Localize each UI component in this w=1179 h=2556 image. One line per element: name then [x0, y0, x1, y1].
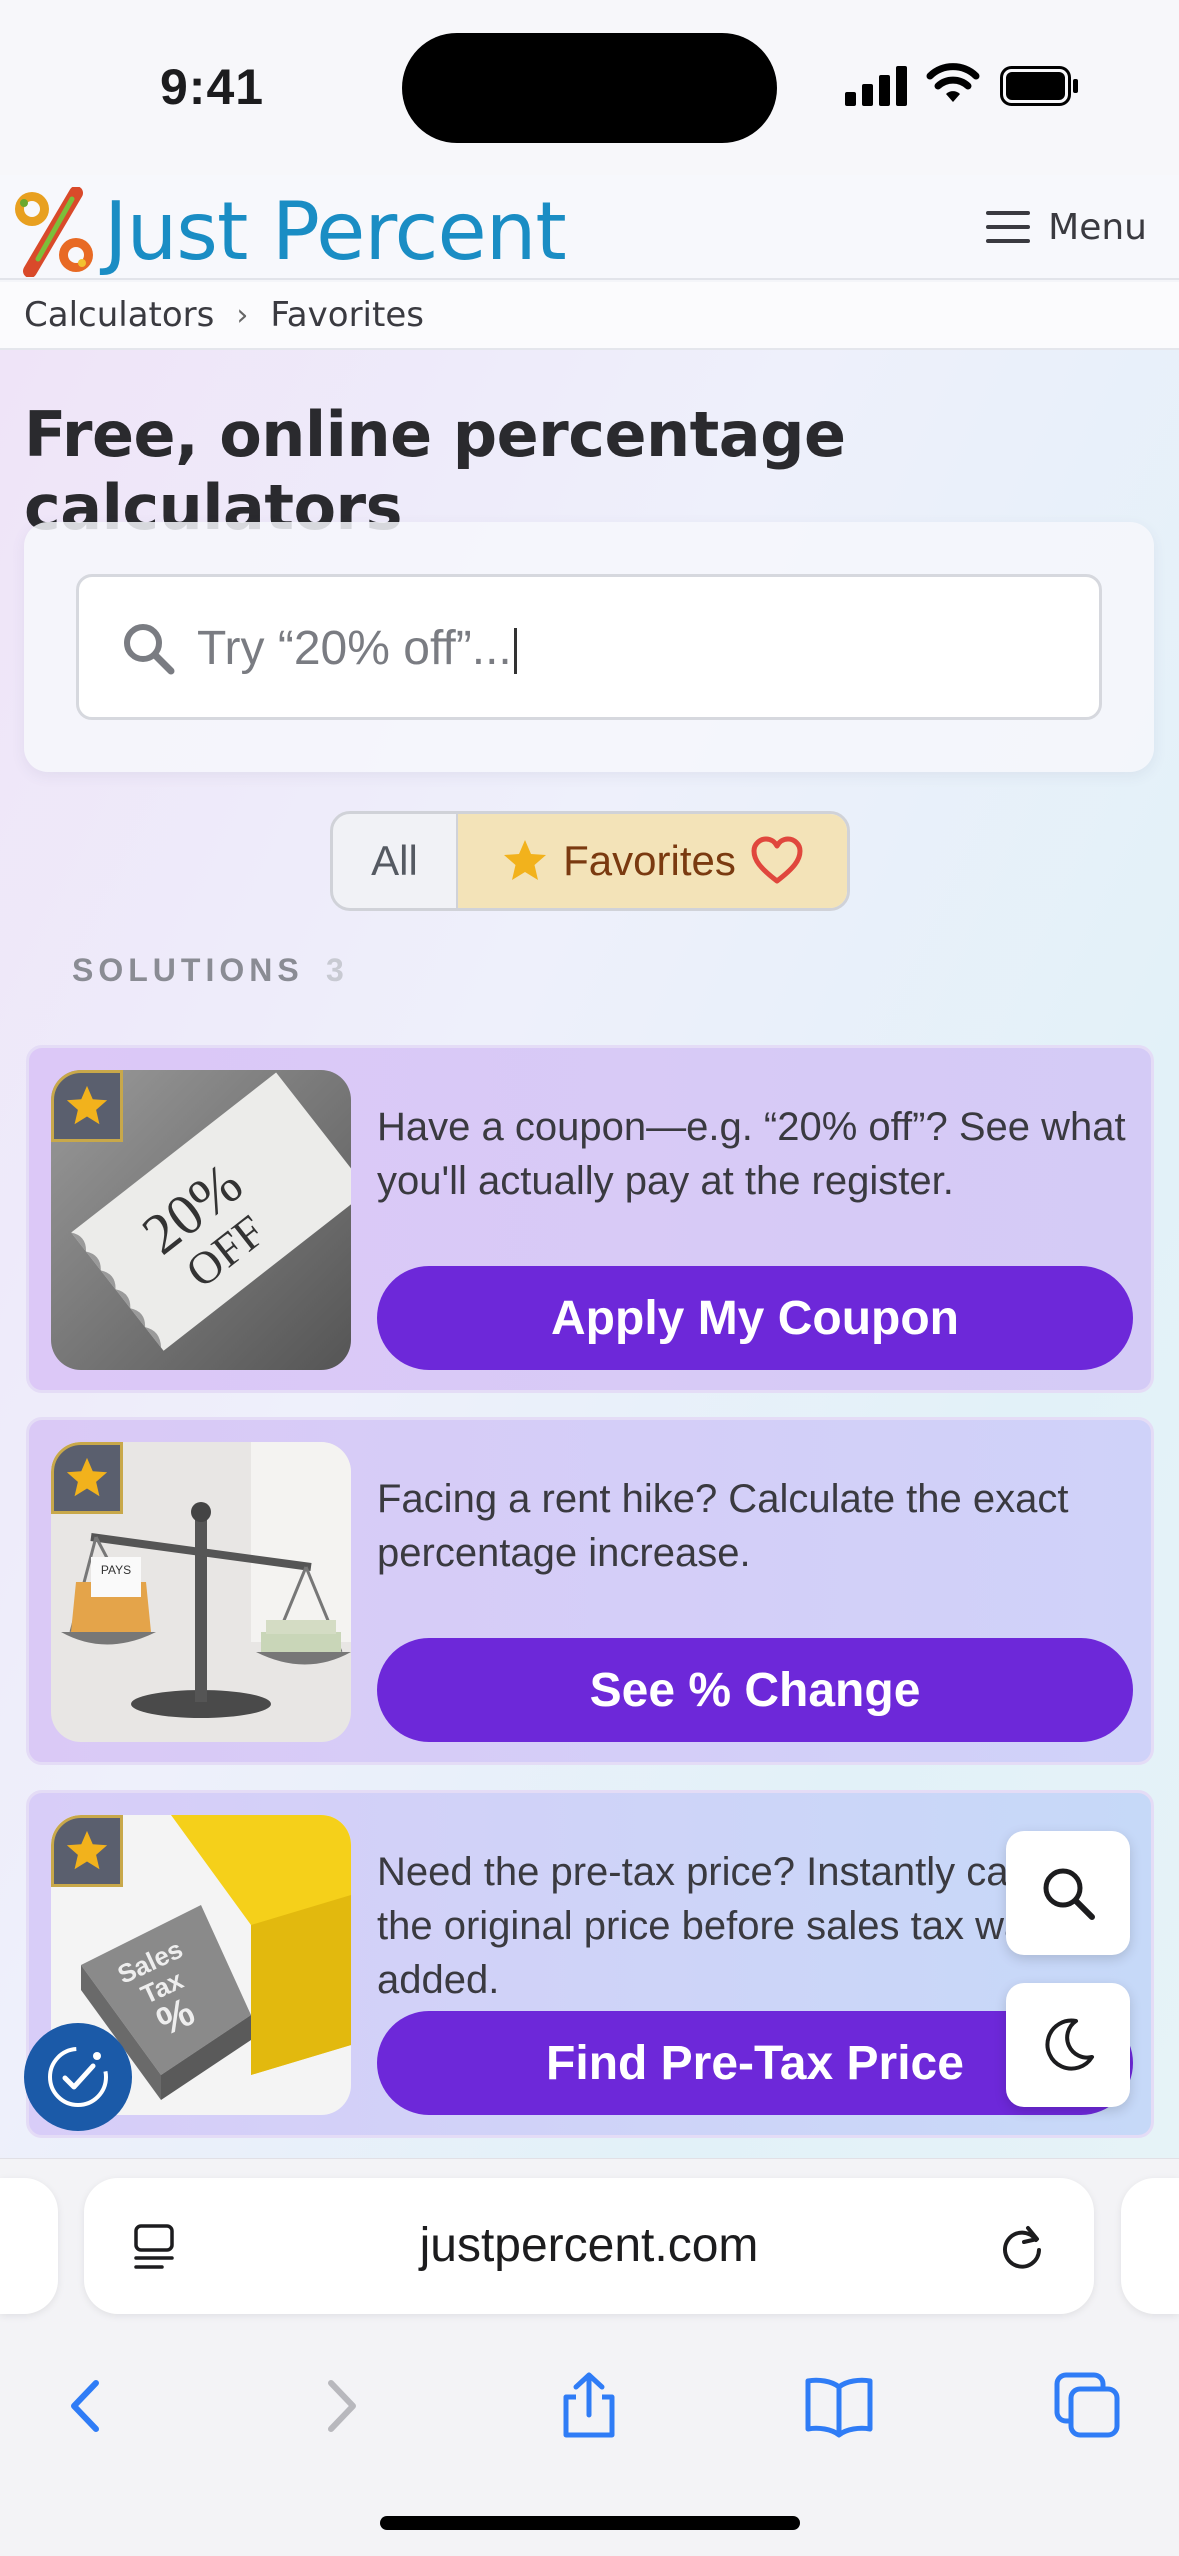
card-description: Facing a rent hike? Calculate the exact … — [377, 1477, 1069, 1575]
calculator-card-coupon: 20% OFF Have a coupon—e.g. “20% off”? Se… — [26, 1045, 1154, 1393]
dynamic-island — [402, 33, 777, 143]
search-card: Try “20% off”... — [24, 522, 1154, 772]
hamburger-icon — [986, 211, 1031, 243]
previous-tab-preview[interactable] — [0, 2178, 58, 2314]
favorite-star-badge[interactable] — [51, 1070, 123, 1142]
breadcrumb-separator: › — [236, 297, 249, 333]
cellular-signal-icon — [845, 66, 907, 106]
floating-search-button[interactable] — [1006, 1831, 1130, 1955]
search-input[interactable]: Try “20% off”... — [76, 574, 1102, 720]
menu-button[interactable]: Menu — [986, 199, 1147, 255]
filter-favorites-button[interactable]: Favorites — [458, 814, 847, 908]
calculator-card-rent: PAYS Facing a rent hike? Calculate the e… — [26, 1417, 1154, 1765]
reload-icon[interactable] — [996, 2220, 1048, 2272]
filter-toggle: All Favorites — [330, 811, 850, 911]
star-icon — [66, 1085, 108, 1125]
status-bar: 9:41 — [0, 0, 1179, 175]
url-text: justpercent.com — [419, 2219, 759, 2272]
menu-label: Menu — [1048, 206, 1147, 248]
calculator-card-pretax: Sales Tax % Need the pre-tax price? Inst… — [26, 1790, 1154, 2138]
star-icon — [66, 1457, 108, 1497]
next-tab-preview[interactable] — [1121, 2178, 1179, 2314]
site-name[interactable]: Just Percent — [104, 185, 567, 278]
solutions-count: 3 — [326, 952, 344, 988]
star-icon — [504, 840, 547, 880]
logo-percent-icon[interactable] — [10, 187, 98, 277]
filter-all-button[interactable]: All — [333, 814, 458, 908]
accessibility-icon — [48, 2047, 108, 2107]
scale-image-text: PAYS — [101, 1563, 131, 1577]
solutions-heading: SOLUTIONS — [72, 952, 304, 988]
forward-icon[interactable] — [305, 2371, 375, 2441]
tabs-icon[interactable] — [1053, 2371, 1123, 2441]
address-bar[interactable]: justpercent.com — [84, 2178, 1094, 2314]
bookmarks-icon[interactable] — [804, 2371, 874, 2441]
card-description: Have a coupon—e.g. “20% off”? See what y… — [377, 1105, 1126, 1203]
dark-mode-toggle-button[interactable] — [1006, 1983, 1130, 2107]
breadcrumb: Calculators › Favorites — [0, 282, 1179, 350]
favorite-star-badge[interactable] — [51, 1442, 123, 1514]
moon-icon — [1045, 2018, 1094, 2071]
share-icon[interactable] — [554, 2371, 624, 2441]
breadcrumb-favorites[interactable]: Favorites — [270, 295, 424, 335]
home-indicator — [380, 2516, 800, 2530]
apply-coupon-button[interactable]: Apply My Coupon — [377, 1266, 1133, 1370]
back-icon[interactable] — [52, 2371, 122, 2441]
browser-toolbar: justpercent.com — [0, 2158, 1179, 2556]
accessibility-button[interactable] — [24, 2023, 132, 2131]
breadcrumb-calculators[interactable]: Calculators — [24, 295, 214, 335]
coupon-thumbnail: 20% OFF — [51, 1070, 351, 1370]
filter-favorites-label: Favorites — [563, 837, 736, 884]
status-time: 9:41 — [160, 59, 265, 115]
heart-icon — [751, 836, 803, 884]
wifi-icon — [926, 63, 980, 102]
battery-icon — [1000, 66, 1078, 106]
scale-thumbnail: PAYS — [51, 1442, 351, 1742]
browser-nav-row — [0, 2349, 1179, 2459]
search-icon — [1043, 1868, 1095, 1920]
see-percent-change-button[interactable]: See % Change — [377, 1638, 1133, 1742]
search-icon — [124, 624, 175, 675]
favorite-star-badge[interactable] — [51, 1815, 123, 1887]
site-header: Just Percent Menu — [0, 175, 1179, 280]
star-icon — [66, 1830, 108, 1870]
search-placeholder: Try “20% off”... — [197, 621, 517, 676]
